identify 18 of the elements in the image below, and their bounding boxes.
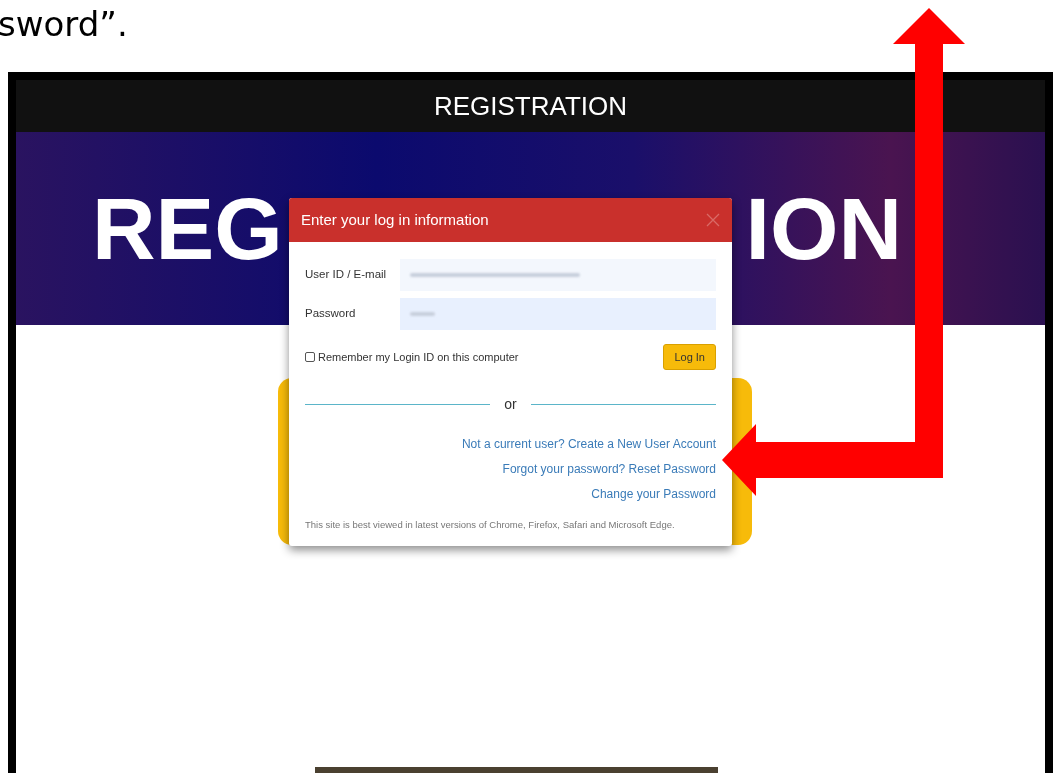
account-link[interactable]: Change your Password: [591, 486, 716, 502]
email-field[interactable]: [400, 259, 716, 291]
header-title: REGISTRATION: [433, 89, 628, 123]
checkbox[interactable]: [305, 352, 315, 362]
login-button[interactable]: Log In: [663, 344, 716, 370]
account-link[interactable]: Forgot your password? Reset Password: [502, 461, 716, 477]
password-field[interactable]: [400, 298, 716, 330]
divider-text: or: [504, 395, 517, 414]
account-link[interactable]: Not a current user? Create a New User Account: [461, 436, 716, 452]
caption-text: sword”.: [0, 4, 128, 44]
field-label: User ID / E-mail: [305, 267, 388, 283]
banner-title: REG: [92, 184, 283, 273]
close-icon[interactable]: [706, 213, 720, 227]
browser-note: This site is best viewed in latest versions of Chrome, Firefox, Safari and Microsoft Edge.: [305, 518, 676, 532]
field-label: Password: [305, 306, 357, 322]
remember-label: Remember my Login ID on this computer: [318, 349, 519, 365]
dialog-title: Enter your log in information: [301, 209, 489, 230]
banner-title: ION: [745, 184, 902, 273]
